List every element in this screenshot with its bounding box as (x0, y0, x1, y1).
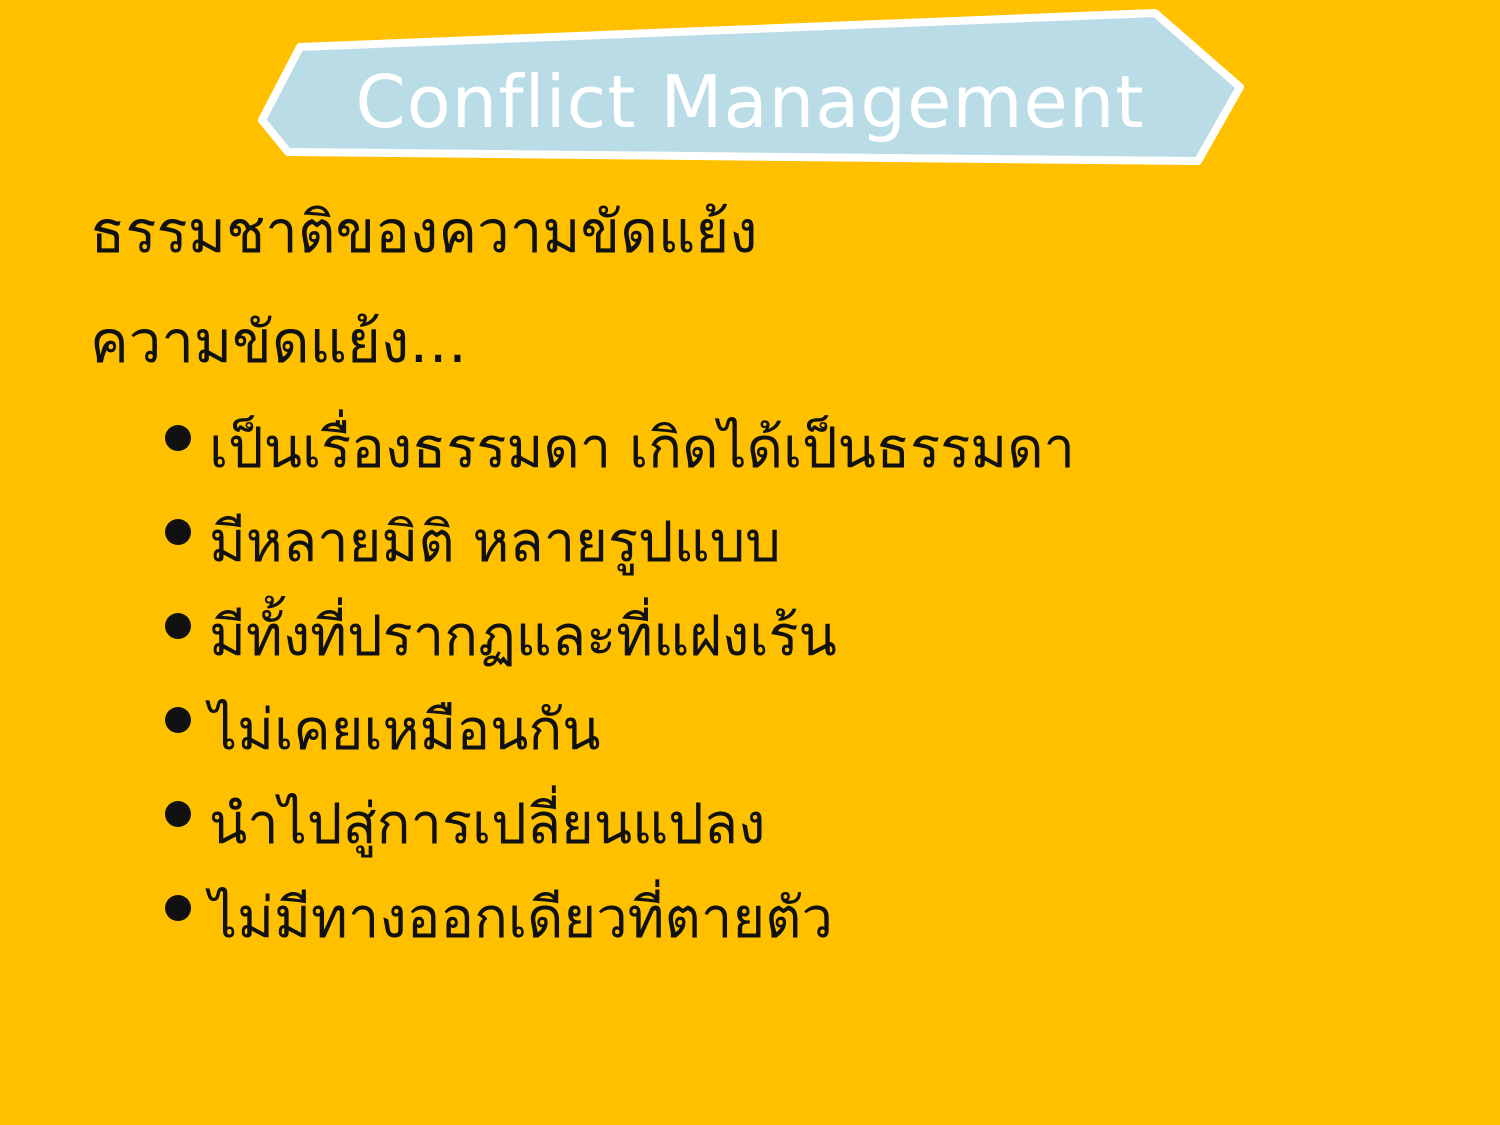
bullet-item: ไม่มีทางออกเดียวที่ตายตัว (165, 870, 1075, 964)
bullet-dot-icon (165, 425, 191, 451)
bullet-list: เป็นเรื่องธรรมดา เกิดได้เป็นธรรมดา มีหลา… (165, 400, 1075, 964)
bullet-item: มีทั้งที่ปรากฏและที่แฝงเร้น (165, 588, 1075, 682)
bullet-dot-icon (165, 895, 191, 921)
slide: Conflict Management ธรรมชาติของความขัดแย… (0, 0, 1500, 1125)
bullet-item: ไม่เคยเหมือนกัน (165, 682, 1075, 776)
slide-heading: ธรรมชาติของความขัดแย้ง (90, 198, 758, 266)
bullet-dot-icon (165, 613, 191, 639)
title-banner: Conflict Management (0, 0, 1500, 180)
bullet-text: มีหลายมิติ หลายรูปแบบ (209, 509, 781, 575)
bullet-text: ไม่เคยเหมือนกัน (209, 697, 601, 763)
bullet-dot-icon (165, 519, 191, 545)
bullet-text: มีทั้งที่ปรากฏและที่แฝงเร้น (209, 603, 837, 669)
slide-title: Conflict Management (355, 60, 1145, 144)
bullet-text: ไม่มีทางออกเดียวที่ตายตัว (209, 885, 833, 951)
bullet-dot-icon (165, 707, 191, 733)
bullet-item: นำไปสู่การเปลี่ยนแปลง (165, 776, 1075, 870)
bullet-item: เป็นเรื่องธรรมดา เกิดได้เป็นธรรมดา (165, 400, 1075, 494)
bullet-text: เป็นเรื่องธรรมดา เกิดได้เป็นธรรมดา (209, 415, 1076, 481)
bullet-text: นำไปสู่การเปลี่ยนแปลง (209, 791, 766, 857)
bullet-item: มีหลายมิติ หลายรูปแบบ (165, 494, 1075, 588)
bullet-dot-icon (165, 801, 191, 827)
slide-subheading: ความขัดแย้ง… (90, 308, 468, 376)
